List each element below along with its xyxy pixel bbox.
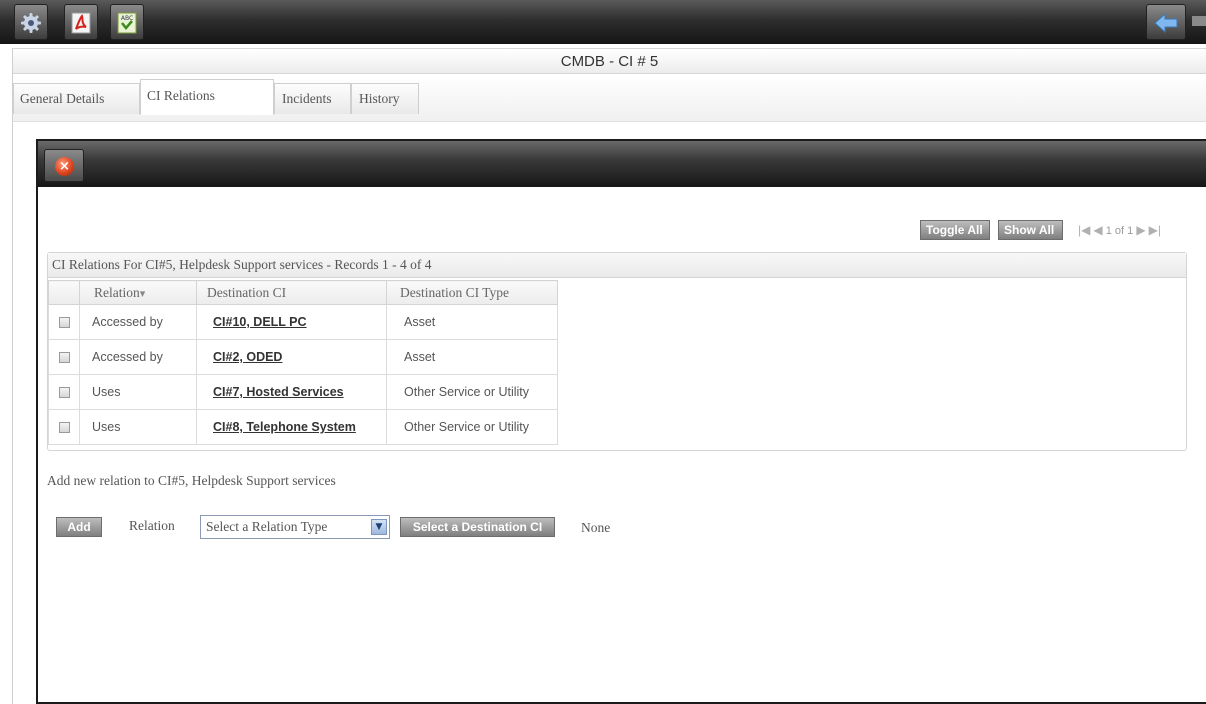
relation-type-value: Select a Relation Type xyxy=(206,519,328,534)
row-checkbox[interactable] xyxy=(58,317,70,329)
grid-caption: CI Relations For CI#5, Helpdesk Support … xyxy=(48,253,1186,278)
destination-ci-link[interactable]: CI#2, ODED xyxy=(213,350,282,364)
prev-page-icon[interactable]: ◀ xyxy=(1093,221,1102,239)
column-header-destination-ci[interactable]: Destination CI xyxy=(196,280,387,305)
destination-ci-link[interactable]: CI#10, DELL PC xyxy=(213,315,307,329)
destination-cell: CI#7, Hosted Services xyxy=(196,374,387,410)
row-checkbox[interactable] xyxy=(58,387,70,399)
destination-ci-value: None xyxy=(581,520,611,535)
next-page-icon[interactable]: ▶ xyxy=(1136,221,1145,239)
sort-desc-icon: ▾ xyxy=(139,287,146,300)
row-checkbox[interactable] xyxy=(58,352,70,364)
tab-incidents[interactable]: Incidents xyxy=(274,83,351,114)
destination-type-cell: Asset xyxy=(386,339,558,375)
add-relation-title: Add new relation to CI#5, Helpdesk Suppo… xyxy=(47,473,336,488)
relation-cell: Accessed by xyxy=(79,339,197,375)
relation-cell: Uses xyxy=(79,374,197,410)
toolbar-overflow-edge xyxy=(1192,16,1206,26)
settings-button[interactable] xyxy=(14,4,48,40)
close-icon: × xyxy=(55,157,74,176)
page-title: CMDB - CI # 5 xyxy=(13,49,1206,74)
destination-ci-link[interactable]: CI#8, Telephone System xyxy=(213,420,356,434)
relation-cell: Uses xyxy=(79,409,197,445)
back-arrow-icon xyxy=(1147,12,1185,34)
table-row: Uses CI#8, Telephone System Other Servic… xyxy=(48,409,558,445)
relation-cell: Accessed by xyxy=(79,304,197,340)
select-destination-ci-button[interactable]: Select a Destination CI xyxy=(400,517,555,537)
destination-ci-link[interactable]: CI#7, Hosted Services xyxy=(213,385,344,399)
show-all-button[interactable]: Show All xyxy=(998,220,1063,240)
pdf-export-button[interactable] xyxy=(64,4,98,40)
relations-table: Relation▾ Destination CI Destination CI … xyxy=(48,280,558,445)
top-toolbar: ABC xyxy=(0,0,1206,44)
first-page-icon[interactable]: |◀ xyxy=(1078,221,1090,239)
row-select-cell xyxy=(48,304,80,340)
relation-type-select[interactable]: Select a Relation Type ▼ xyxy=(200,515,390,539)
tab-strip: General Details CI Relations Incidents H… xyxy=(13,75,1206,122)
column-header-destination-ci-type[interactable]: Destination CI Type xyxy=(386,280,558,305)
pdf-icon xyxy=(65,12,97,34)
chevron-down-icon[interactable]: ▼ xyxy=(371,519,387,535)
tab-ci-relations[interactable]: CI Relations xyxy=(140,79,274,115)
relation-label: Relation xyxy=(129,518,175,533)
destination-type-cell: Other Service or Utility xyxy=(386,374,558,410)
column-header-relation[interactable]: Relation▾ xyxy=(79,280,197,305)
pager: |◀ ◀ 1 of 1 ▶ ▶| xyxy=(1078,221,1161,240)
tab-general-details[interactable]: General Details xyxy=(13,83,140,114)
page-indicator: 1 of 1 xyxy=(1105,225,1134,237)
relations-grid: CI Relations For CI#5, Helpdesk Support … xyxy=(47,252,1187,451)
back-button[interactable] xyxy=(1146,4,1186,40)
table-row: Accessed by CI#10, DELL PC Asset xyxy=(48,304,558,340)
ci-relations-dialog: × Toggle All Show All |◀ ◀ 1 of 1 ▶ ▶| C… xyxy=(36,139,1206,704)
add-relation-button[interactable]: Add xyxy=(56,517,102,537)
settings-icon xyxy=(15,12,47,34)
table-row: Accessed by CI#2, ODED Asset xyxy=(48,339,558,375)
row-select-cell xyxy=(48,409,80,445)
destination-cell: CI#8, Telephone System xyxy=(196,409,387,445)
last-page-icon[interactable]: ▶| xyxy=(1149,221,1161,239)
destination-type-cell: Asset xyxy=(386,304,558,340)
row-checkbox[interactable] xyxy=(58,422,70,434)
select-column-header xyxy=(48,280,80,305)
row-select-cell xyxy=(48,339,80,375)
destination-cell: CI#10, DELL PC xyxy=(196,304,387,340)
tab-history[interactable]: History xyxy=(351,83,419,114)
close-button[interactable]: × xyxy=(44,149,84,182)
spellcheck-icon: ABC xyxy=(111,12,143,34)
dialog-header: × xyxy=(38,141,1206,187)
destination-type-cell: Other Service or Utility xyxy=(386,409,558,445)
destination-cell: CI#2, ODED xyxy=(196,339,387,375)
table-row: Uses CI#7, Hosted Services Other Service… xyxy=(48,374,558,410)
spellcheck-button[interactable]: ABC xyxy=(110,4,144,40)
row-select-cell xyxy=(48,374,80,410)
toggle-all-button[interactable]: Toggle All xyxy=(920,220,990,240)
